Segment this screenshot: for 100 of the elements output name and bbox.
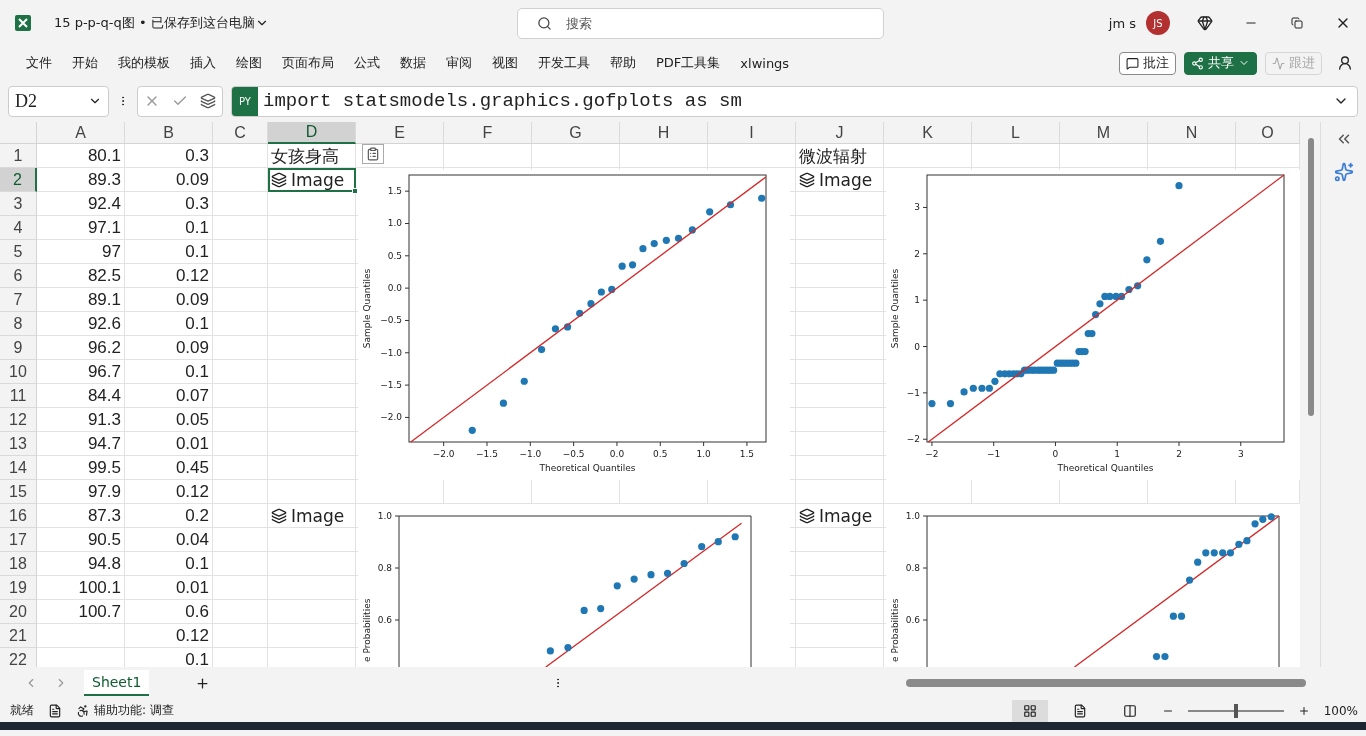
column-header[interactable]: H	[620, 122, 708, 144]
menu-tab[interactable]: 开始	[64, 50, 106, 76]
row-header[interactable]: 14	[0, 456, 37, 480]
menu-tab[interactable]: 审阅	[438, 50, 480, 76]
accessibility-icon	[76, 703, 90, 718]
data-point	[1156, 237, 1165, 245]
comments-button[interactable]: 批注	[1119, 51, 1176, 75]
menu-tab[interactable]: PDF工具集	[648, 50, 729, 76]
column-header[interactable]: B	[125, 122, 213, 144]
macro-icon[interactable]	[48, 703, 62, 718]
menu-tab[interactable]: 绘图	[228, 50, 270, 76]
data-point	[563, 323, 572, 331]
column-header[interactable]: J	[796, 122, 884, 144]
row-header[interactable]: 7	[0, 288, 37, 312]
row-header[interactable]: 3	[0, 192, 37, 216]
row-header[interactable]: 6	[0, 264, 37, 288]
tick-label: −2.0	[432, 449, 455, 459]
row-header[interactable]: 8	[0, 312, 37, 336]
tick-label: −2	[906, 434, 920, 445]
tick-label: 1.0	[696, 449, 711, 459]
column-header[interactable]: F	[444, 122, 532, 144]
data-point	[946, 399, 955, 408]
name-box[interactable]: D2	[8, 85, 109, 117]
row-header[interactable]: 21	[0, 624, 37, 648]
zoom-in-icon[interactable]	[1297, 704, 1310, 717]
data-point	[714, 538, 722, 546]
share-button[interactable]: 共享	[1184, 51, 1257, 75]
column-header[interactable]: I	[708, 122, 796, 144]
axis-title: e Probabilities	[890, 598, 900, 662]
table-cell-text: 0.05	[174, 409, 210, 431]
column-header[interactable]: A	[37, 122, 125, 144]
row-header[interactable]: 15	[0, 480, 37, 504]
column-header[interactable]: M	[1060, 122, 1148, 144]
menu-tab[interactable]: 页面布局	[274, 50, 342, 76]
row-header[interactable]: 17	[0, 528, 37, 552]
data-point	[1092, 310, 1100, 319]
document-title[interactable]: 15 p-p-q-q图 • 已保存到这台电脑	[54, 14, 255, 32]
row-header[interactable]: 5	[0, 240, 37, 264]
row-header[interactable]: 12	[0, 408, 37, 432]
add-sheet-icon[interactable]	[195, 675, 211, 691]
row-header[interactable]: 2	[0, 168, 37, 192]
clipboard-icon[interactable]	[362, 144, 384, 164]
menu-tab[interactable]: 我的模板	[110, 50, 178, 76]
layers-icon[interactable]	[200, 93, 216, 109]
restore-icon[interactable]	[1291, 17, 1303, 29]
column-header[interactable]: L	[972, 122, 1060, 144]
menu-tab[interactable]: 公式	[346, 50, 388, 76]
accessibility-status[interactable]: 辅助功能: 调查	[94, 702, 174, 719]
normal-view-button[interactable]	[1011, 699, 1048, 722]
axis-title: Sample Quantiles	[890, 268, 900, 349]
menu-tab[interactable]: 文件	[18, 50, 60, 76]
row-header[interactable]: 20	[0, 600, 37, 624]
data-point	[639, 245, 647, 253]
tick-label: 0.0	[609, 449, 625, 459]
row-header[interactable]: 16	[0, 504, 37, 528]
table-cell-text: 96.7	[86, 361, 122, 383]
avatar[interactable]: JS	[1146, 11, 1170, 35]
sheet-tab[interactable]: Sheet1	[84, 670, 150, 696]
menu-tab[interactable]: 视图	[484, 50, 526, 76]
table-cell-text: 92.4	[86, 193, 122, 215]
row-header[interactable]: 10	[0, 360, 37, 384]
row-header[interactable]: 4	[0, 216, 37, 240]
column-header[interactable]: E	[356, 122, 444, 144]
tick-label: −2	[925, 449, 939, 459]
columns-icon[interactable]	[1122, 703, 1137, 718]
column-header[interactable]: D	[268, 122, 356, 144]
tick-label: 1	[914, 295, 920, 306]
data-point	[551, 325, 560, 333]
row-header[interactable]: 9	[0, 336, 37, 360]
row-header[interactable]: 13	[0, 432, 37, 456]
data-point	[468, 426, 476, 434]
column-header[interactable]: G	[532, 122, 620, 144]
menu-tab[interactable]: 插入	[182, 50, 224, 76]
page-icon[interactable]	[1072, 703, 1087, 718]
menu-tab[interactable]: 数据	[392, 50, 434, 76]
search-field[interactable]: 搜索	[516, 7, 884, 39]
column-header[interactable]: N	[1148, 122, 1236, 144]
tick-label: −1.0	[519, 449, 542, 459]
column-header[interactable]: C	[213, 122, 268, 144]
row-header[interactable]: 19	[0, 576, 37, 600]
row-header[interactable]: 22	[0, 648, 37, 667]
layers-icon	[799, 172, 815, 188]
axis-title: Theoretical Quantiles	[1057, 463, 1154, 473]
row-header[interactable]: 18	[0, 552, 37, 576]
menu-tab[interactable]: 开发工具	[530, 50, 598, 76]
zoom-level[interactable]: 100%	[1323, 703, 1358, 718]
menu-tab[interactable]: 帮助	[602, 50, 644, 76]
data-point	[613, 582, 621, 590]
person-icon[interactable]	[1337, 55, 1353, 71]
status-text: 就绪	[10, 702, 34, 719]
row-header[interactable]: 11	[0, 384, 37, 408]
data-point	[662, 236, 670, 244]
formula-field[interactable]: PY import statsmodels.graphics.gofplots as sm	[231, 85, 1358, 117]
sparkle-icon[interactable]	[1333, 162, 1354, 182]
menu-tab[interactable]: xlwings	[732, 51, 798, 75]
column-header[interactable]: K	[884, 122, 972, 144]
diamond-icon[interactable]	[1197, 15, 1213, 31]
user-name[interactable]: jm s	[1108, 15, 1136, 31]
row-header[interactable]: 1	[0, 144, 37, 168]
column-header[interactable]: O	[1236, 122, 1300, 144]
